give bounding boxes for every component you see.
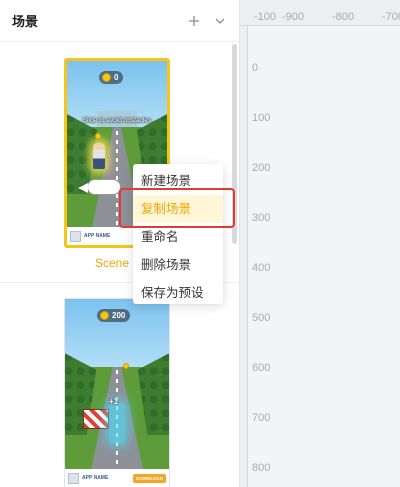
ruler-label: 400 bbox=[252, 262, 271, 274]
app-name: APP NAME bbox=[82, 475, 109, 481]
scrollbar[interactable] bbox=[232, 44, 237, 244]
scene-panel-header: 场景 bbox=[0, 0, 239, 42]
ruler-label: -800 bbox=[332, 11, 355, 23]
app-icon bbox=[68, 472, 79, 484]
ruler-label: 800 bbox=[252, 462, 271, 474]
ruler-label: -700 bbox=[382, 11, 400, 23]
ruler-top: -100 -900 -800 -700 bbox=[240, 0, 400, 26]
ruler-label: 0 bbox=[252, 62, 259, 74]
menu-item-new-scene[interactable]: 新建场景 bbox=[133, 167, 223, 195]
game-preview: 200 +1 bbox=[65, 299, 169, 469]
score-value: 0 bbox=[114, 73, 119, 82]
plus-icon[interactable] bbox=[187, 14, 201, 28]
score-popup: +1 bbox=[109, 397, 119, 406]
menu-item-save-as-preset[interactable]: 保存为预设 bbox=[133, 279, 223, 307]
chevron-down-icon[interactable] bbox=[213, 14, 227, 28]
preview-footer: APP NAME DOWNLOAD bbox=[65, 469, 169, 487]
barrier-obstacle bbox=[83, 409, 109, 429]
ruler-label: 300 bbox=[252, 212, 271, 224]
header-actions bbox=[187, 14, 227, 28]
ruler-left bbox=[240, 26, 248, 487]
coin-icon bbox=[102, 73, 111, 82]
coin-icon bbox=[123, 363, 129, 369]
menu-item-delete-scene[interactable]: 删除场景 bbox=[133, 251, 223, 279]
ruler-label: 100 bbox=[252, 112, 271, 124]
swipe-hand-icon bbox=[78, 179, 121, 195]
runner-character bbox=[93, 143, 105, 169]
score-badge: 200 bbox=[97, 309, 131, 322]
ruler-label: 700 bbox=[252, 412, 271, 424]
app-icon bbox=[70, 230, 81, 242]
coin-icon bbox=[95, 133, 101, 139]
context-menu: 新建场景 复制场景 重命名 删除场景 保存为预设 bbox=[133, 164, 223, 304]
runner-character bbox=[109, 403, 125, 443]
hint-text: Slide to avoid obstacles bbox=[82, 117, 152, 124]
scene-name[interactable]: Scene bbox=[95, 256, 129, 270]
coin-icon bbox=[100, 311, 109, 320]
score-badge: 0 bbox=[99, 71, 124, 84]
canvas-area[interactable]: 0 100 200 300 400 500 600 700 800 bbox=[248, 26, 400, 487]
ruler-label: 200 bbox=[252, 162, 271, 174]
menu-item-duplicate-scene[interactable]: 复制场景 bbox=[133, 195, 223, 223]
panel-title: 场景 bbox=[12, 15, 39, 30]
scene-thumbnail[interactable]: 200 +1 APP NAME DOWNLOAD bbox=[64, 298, 170, 487]
ruler-label: -100 bbox=[254, 11, 277, 23]
ruler-label: -900 bbox=[282, 11, 305, 23]
ruler-label: 500 bbox=[252, 312, 271, 324]
score-value: 200 bbox=[112, 311, 126, 320]
download-button: DOWNLOAD bbox=[133, 473, 166, 483]
ruler-label: 600 bbox=[252, 362, 271, 374]
menu-item-rename[interactable]: 重命名 bbox=[133, 223, 223, 251]
